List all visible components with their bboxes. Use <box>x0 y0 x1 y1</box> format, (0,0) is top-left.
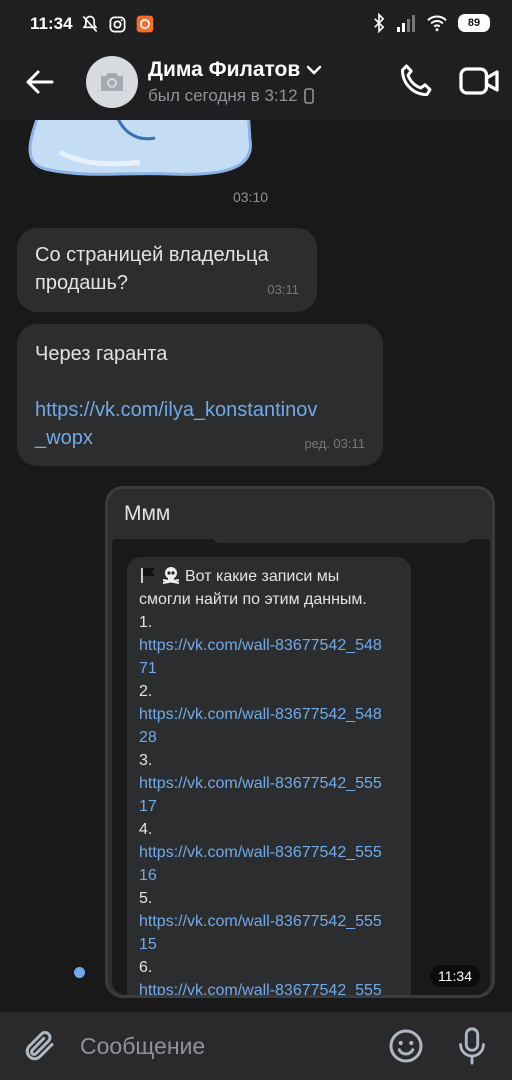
contact-name[interactable]: Дима Филатов <box>148 58 322 82</box>
list-item-number: 5. <box>139 890 153 907</box>
list-item-link[interactable]: https://vk.com/wall-83677542_555 <box>139 910 399 933</box>
list-item-number: 2. <box>139 683 153 700</box>
video-call-button[interactable] <box>458 62 500 100</box>
message-text-line: Со страницей владельца <box>35 244 269 266</box>
message-composer <box>0 1012 512 1080</box>
contact-name-text: Дима Филатов <box>148 58 301 81</box>
sticker-ghost-image[interactable] <box>20 120 260 190</box>
message-time: 11:34 <box>430 965 480 987</box>
forwarded-card: Вот какие записи мы смогли найти по этим… <box>127 557 411 995</box>
message-input[interactable] <box>80 1030 370 1062</box>
outgoing-message[interactable]: Ммм Вот какие записи мы смогли найти по … <box>105 486 495 998</box>
signal-icon <box>397 15 415 32</box>
list-item-number: 4. <box>139 821 153 838</box>
back-button[interactable] <box>22 64 58 100</box>
contact-status-text: был сегодня в 3:12 <box>148 86 298 105</box>
call-button[interactable] <box>396 62 434 100</box>
emoji-button[interactable] <box>388 1028 424 1064</box>
chevron-down-icon <box>307 65 322 75</box>
incoming-message[interactable]: Со страницей владельца продашь? 03:11 <box>17 228 317 312</box>
message-text: Ммм <box>124 502 171 525</box>
message-text-line: продашь? <box>35 272 129 294</box>
status-bar: 11:34 89 <box>0 0 512 50</box>
black-flag-icon <box>141 568 155 583</box>
list-item-link[interactable]: https://vk.com/wall-83677542_555 <box>139 772 399 795</box>
skull-icon <box>162 567 180 584</box>
attach-button[interactable] <box>22 1028 58 1064</box>
message-time: 03:10 <box>233 189 269 205</box>
list-item-link[interactable]: 16 <box>139 864 399 887</box>
message-edited-time: ред. 03:11 <box>304 436 365 451</box>
message-text: Через гаранта <box>35 343 168 365</box>
incoming-message[interactable]: Через гаранта https://vk.com/ilya_konsta… <box>17 324 383 466</box>
list-item-number: 6. <box>139 959 153 976</box>
unread-indicator <box>74 967 85 978</box>
contact-status: был сегодня в 3:12 <box>148 86 314 106</box>
list-item-link[interactable]: https://vk.com/wall-83677542_555 <box>139 979 399 995</box>
forwarded-intro-line: смогли найти по этим данным. <box>139 591 367 608</box>
forwarded-intro-line: Вот какие записи мы <box>185 568 340 585</box>
forwarded-intro: Вот какие записи мы <box>139 565 399 588</box>
bluetooth-icon <box>374 13 385 33</box>
forwarded-message[interactable]: Вот какие записи мы смогли найти по этим… <box>112 539 490 995</box>
notifications-off-icon <box>82 15 98 33</box>
list-item-number: 1. <box>139 614 153 631</box>
wifi-icon <box>427 15 447 32</box>
camera-icon <box>101 73 123 91</box>
list-item-link[interactable]: https://vk.com/wall-83677542_548 <box>139 634 399 657</box>
chat-header: Дима Филатов был сегодня в 3:12 <box>0 50 512 120</box>
list-item-link[interactable]: 71 <box>139 657 399 680</box>
divider <box>212 539 472 543</box>
list-item-link[interactable]: https://vk.com/wall-83677542_555 <box>139 841 399 864</box>
list-item-number: 3. <box>139 752 153 769</box>
message-link[interactable]: https://vk.com/ilya_konstantinov <box>35 396 365 424</box>
list-item-link[interactable]: 15 <box>139 933 399 956</box>
mobile-icon <box>303 88 314 104</box>
list-item-link[interactable]: 17 <box>139 795 399 818</box>
microphone-button[interactable] <box>454 1026 490 1066</box>
status-time: 11:34 <box>30 14 73 33</box>
message-list[interactable]: 03:10 Со страницей владельца продашь? 03… <box>0 120 512 1012</box>
app-notification-icon <box>136 15 154 33</box>
instagram-icon <box>109 16 126 32</box>
battery-indicator: 89 <box>458 14 490 32</box>
list-item-link[interactable]: 28 <box>139 726 399 749</box>
message-time: 03:11 <box>267 282 299 297</box>
list-item-link[interactable]: https://vk.com/wall-83677542_548 <box>139 703 399 726</box>
avatar[interactable] <box>86 56 138 108</box>
